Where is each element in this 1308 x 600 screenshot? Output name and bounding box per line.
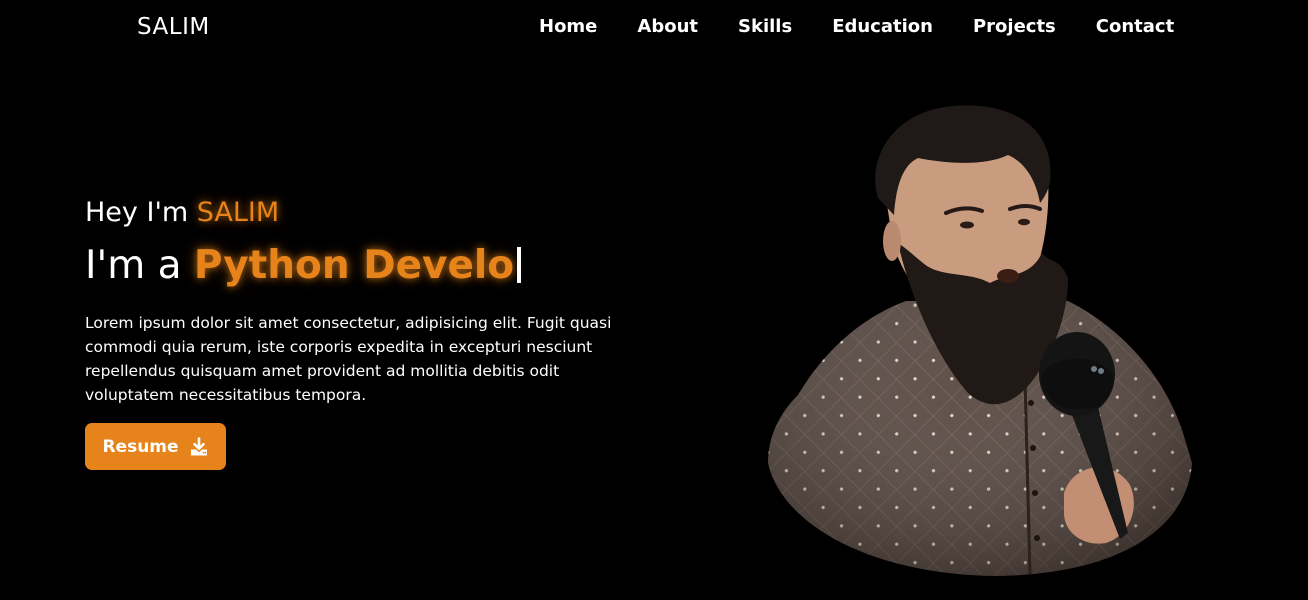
role-heading: I'm a Python Develo: [85, 241, 645, 291]
profile-photo: [768, 103, 1192, 576]
nav-link-education[interactable]: Education: [832, 16, 933, 37]
nav-item-skills: Skills: [738, 16, 792, 37]
nav-link-skills[interactable]: Skills: [738, 16, 792, 37]
nav-link-projects[interactable]: Projects: [973, 16, 1056, 37]
resume-button-label: Resume: [102, 436, 179, 457]
resume-button[interactable]: Resume: [85, 423, 226, 470]
hero-description: Lorem ipsum dolor sit amet consectetur, …: [85, 314, 612, 404]
typing-caret: [517, 247, 522, 283]
hero-intro: Hey I'm SALIM I'm a Python Develo Lorem …: [85, 195, 645, 407]
nav-menu: Home About Skills Education Projects Con…: [539, 16, 1174, 37]
greeting-heading: Hey I'm SALIM: [85, 195, 645, 231]
greeting-prefix: Hey I'm: [85, 197, 197, 228]
nav-link-about[interactable]: About: [637, 16, 698, 37]
nav-item-home: Home: [539, 16, 597, 37]
nav-link-home[interactable]: Home: [539, 16, 597, 37]
nav-item-about: About: [637, 16, 698, 37]
nav-link-contact[interactable]: Contact: [1096, 16, 1174, 37]
greeting-name: SALIM: [196, 197, 280, 228]
download-icon: [189, 436, 209, 457]
nav-item-education: Education: [832, 16, 933, 37]
nav-item-projects: Projects: [973, 16, 1056, 37]
navbar: SALIM Home About Skills Education Projec…: [0, 0, 1308, 58]
role-typed-text: Python Develo: [193, 243, 515, 288]
role-prefix: I'm a: [85, 243, 194, 288]
site-logo[interactable]: SALIM: [137, 14, 210, 40]
nav-item-contact: Contact: [1096, 16, 1174, 37]
